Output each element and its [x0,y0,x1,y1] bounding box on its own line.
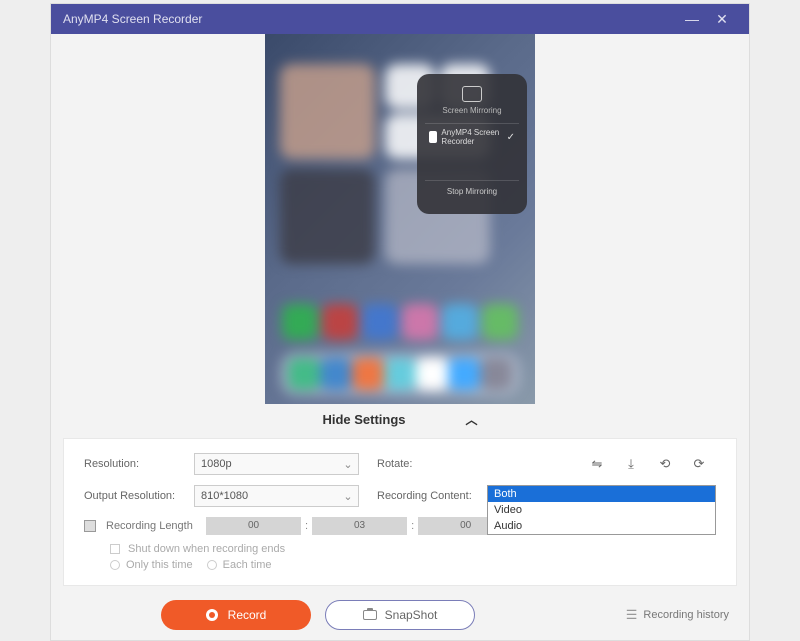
mirror-title: Screen Mirroring [425,106,519,115]
record-button[interactable]: Record [161,600,311,630]
hide-settings-toggle[interactable]: Hide Settings ︿ [51,404,749,434]
snapshot-button[interactable]: SnapShot [325,600,475,630]
recording-length-checkbox[interactable] [84,520,96,532]
recording-content-dropdown: Both Video Audio [487,485,716,535]
app-window: AnyMP4 Screen Recorder — ✕ [50,3,750,641]
only-this-label: Only this time [126,559,193,571]
list-icon: ☰ [626,607,638,623]
camera-icon [363,610,377,620]
output-resolution-label: Output Resolution: [84,490,194,502]
rotate-left-icon[interactable]: ⟲ [656,455,674,473]
rotate-label: Rotate: [377,458,487,470]
settings-panel: Resolution: 1080p ⌄ Rotate: ⇋ ⤓ ⟲ ⟳ Outp… [63,438,737,586]
output-resolution-select[interactable]: 810*1080 ⌄ [194,485,359,507]
mirror-icon [462,86,482,102]
resolution-label: Resolution: [84,458,194,470]
rotate-right-icon[interactable]: ⟳ [690,455,708,473]
titlebar: AnyMP4 Screen Recorder — ✕ [51,4,749,34]
stop-mirroring[interactable]: Stop Mirroring [425,180,519,196]
option-both[interactable]: Both [488,486,715,502]
flip-vertical-icon[interactable]: ⤓ [622,455,640,473]
chevron-up-icon: ︿ [466,411,478,428]
app-title: AnyMP4 Screen Recorder [63,12,677,26]
length-minutes[interactable]: 03 [312,517,407,535]
recording-length-label: Recording Length [106,520,206,532]
each-time-radio[interactable] [207,560,217,570]
preview-area: Screen Mirroring AnyMP4 Screen Recorder … [51,34,749,404]
record-icon [206,609,218,621]
device-preview: Screen Mirroring AnyMP4 Screen Recorder … [265,34,535,404]
each-time-label: Each time [223,559,272,571]
length-hours[interactable]: 00 [206,517,301,535]
option-audio[interactable]: Audio [488,518,715,534]
shutdown-label: Shut down when recording ends [128,543,285,555]
recording-history-link[interactable]: ☰ Recording history [626,607,729,623]
checkmark-icon: ✓ [507,132,515,143]
option-video[interactable]: Video [488,502,715,518]
screen-mirroring-panel: Screen Mirroring AnyMP4 Screen Recorder … [417,74,527,214]
close-icon[interactable]: ✕ [707,11,737,28]
shutdown-checkbox[interactable] [110,544,120,554]
recording-content-select[interactable]: ⌄ Both Video Audio [487,485,716,507]
chevron-down-icon: ⌄ [338,486,358,506]
minimize-icon[interactable]: — [677,11,707,27]
chevron-down-icon: ⌄ [338,454,358,474]
recording-content-label: Recording Content: [377,490,487,502]
mirror-device-item[interactable]: AnyMP4 Screen Recorder ✓ [425,123,519,150]
resolution-select[interactable]: 1080p ⌄ [194,453,359,475]
flip-horizontal-icon[interactable]: ⇋ [588,455,606,473]
only-this-time-radio[interactable] [110,560,120,570]
